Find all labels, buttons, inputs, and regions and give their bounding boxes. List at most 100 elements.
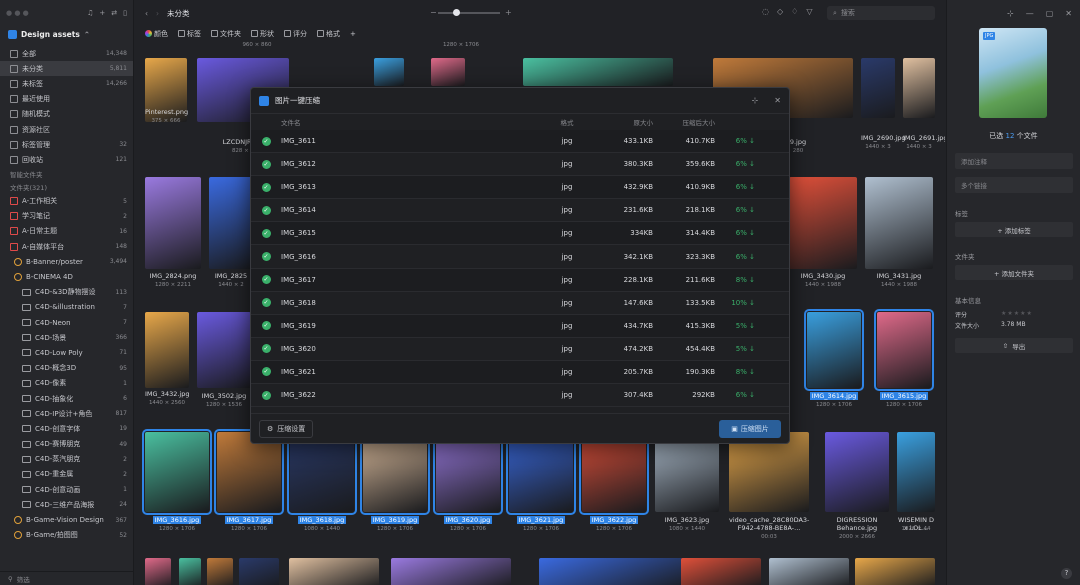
filter-5[interactable]: 格式 [317,29,340,39]
add-icon[interactable]: + [99,9,105,17]
bulb-icon[interactable]: ♢ [791,7,798,16]
table-row[interactable]: ✓ IMG_3619 jpg 434.7KB 415.3KB 5% ↓ [251,314,789,338]
folder-item[interactable]: C4D-创意动画 1 [0,482,133,497]
tag-icon[interactable]: ◇ [777,7,783,16]
asset-thumbnail[interactable] [729,432,809,512]
asset-caption[interactable]: IMG_3616.jpg [145,516,209,524]
table-row[interactable]: ✓ IMG_3618 jpg 147.6KB 133.5KB 10% ↓ [251,292,789,315]
folder-item[interactable]: C4D-Low Poly 71 [0,345,133,360]
asset-thumbnail[interactable] [142,429,212,515]
bell-icon[interactable]: ♫ [87,9,93,17]
sidebar-filter[interactable]: ⚲ 筛选 [0,571,133,585]
back-icon[interactable]: ‹ [145,9,148,18]
folders-title[interactable]: 文件夹(321) [0,181,133,194]
asset-caption[interactable]: IMG_3617.jpg [217,516,281,524]
filter-1[interactable]: 标签 [178,29,201,39]
asset-caption[interactable]: Pinterest.png [145,108,188,116]
folder-item[interactable]: C4D-蒸汽朋克 2 [0,452,133,467]
folder-item[interactable]: C4D-场景 366 [0,330,133,345]
asset-thumbnail[interactable] [207,558,233,585]
add-tag-button[interactable]: + 添加标签 [955,222,1073,237]
folder-item[interactable]: C4D-抽象化 6 [0,391,133,406]
asset-thumbnail[interactable] [374,58,404,86]
close-icon[interactable]: ✕ [1065,9,1072,18]
asset-thumbnail[interactable] [825,432,889,512]
asset-caption[interactable]: IMG_3620.jpg [436,516,500,524]
asset-caption[interactable]: IMG_3432.jpg [145,390,189,398]
asset-caption[interactable]: IMG_2825 [209,272,253,280]
folder-item[interactable]: B-Game/拍图图 52 [0,528,133,543]
folder-item[interactable]: B-Banner/poster 3,494 [0,254,133,269]
table-row[interactable]: ✓ IMG_3612 jpg 380.3KB 359.6KB 6% ↓ [251,153,789,177]
filter-0[interactable]: 颜色 [145,29,168,39]
zoom-in-button[interactable]: + [505,8,512,17]
folder-item[interactable]: A-工作相关 5 [0,194,133,209]
table-row[interactable]: ✓ IMG_3616 jpg 342.1KB 323.3KB 6% ↓ [251,245,789,269]
asset-thumbnail[interactable] [179,558,201,585]
asset-thumbnail[interactable] [197,312,251,388]
asset-caption[interactable]: IMG_3623.jpg [655,516,719,524]
folder-item[interactable]: B-Game-Vision Design 367 [0,512,133,527]
asset-thumbnail[interactable] [539,558,689,585]
sidebar-item[interactable]: 最近使用 [0,92,133,107]
help-button[interactable]: ? [1061,568,1072,579]
folder-item[interactable]: C4D-创意字体 19 [0,421,133,436]
asset-thumbnail[interactable] [655,432,719,512]
asset-caption[interactable]: DIGRESSION Behance.jpg [825,516,889,532]
table-row[interactable]: ✓ IMG_3613 jpg 432.9KB 410.9KB 6% ↓ [251,176,789,200]
table-row[interactable]: ✓ IMG_3622 jpg 307.4KB 292KB 6% ↓ [251,384,789,408]
folder-item[interactable]: C4D-&illustration 7 [0,300,133,315]
folder-item[interactable]: A-日常主题 16 [0,224,133,239]
asset-caption[interactable]: IMG_3615.jpg [877,392,931,400]
asset-caption[interactable]: IMG_3431.jpg [865,272,933,280]
asset-caption[interactable]: IMG_3618.jpg [290,516,354,524]
folder-item[interactable]: C4D-三维产品海报 24 [0,497,133,512]
add-filter-button[interactable]: + [350,30,356,38]
asset-thumbnail[interactable] [433,429,503,515]
forward-icon[interactable]: › [156,9,159,18]
asset-thumbnail[interactable] [579,429,649,515]
asset-caption[interactable]: IMG_3619.jpg [363,516,427,524]
asset-thumbnail[interactable] [874,309,934,391]
filter-2[interactable]: 文件夹 [211,29,241,39]
compress-settings-button[interactable]: ⚙ 压缩设置 [259,419,314,438]
asset-thumbnail[interactable] [431,58,465,86]
folder-item[interactable]: C4D-&3D静物摆设 113 [0,285,133,300]
filter-icon[interactable]: ▽ [806,7,812,16]
rating-stars[interactable]: ★★★★★ [1001,310,1033,317]
asset-thumbnail[interactable] [145,312,189,388]
sidebar-item[interactable]: 标签管理 32 [0,137,133,152]
filter-4[interactable]: 评分 [284,29,307,39]
asset-thumbnail[interactable] [681,558,761,585]
link-input[interactable]: 多个链接 [955,177,1073,193]
smart-folders-title[interactable]: 智能文件夹 [0,168,133,181]
close-icon[interactable]: ✕ [774,96,781,105]
sidebar-item[interactable]: 资源社区 [0,122,133,137]
asset-thumbnail[interactable] [214,429,284,515]
asset-thumbnail[interactable] [769,558,849,585]
add-folder-button[interactable]: + 添加文件夹 [955,265,1073,280]
asset-thumbnail[interactable] [239,558,279,585]
asset-thumbnail[interactable] [789,177,857,269]
sidebar-item[interactable]: 回收站 121 [0,152,133,167]
export-button[interactable]: ⇧ 导出 [955,338,1073,353]
folder-item[interactable]: C4D-概念3D 95 [0,361,133,376]
table-row[interactable]: ✓ IMG_3611 jpg 433.1KB 410.7KB 6% ↓ [251,130,789,154]
asset-caption[interactable]: IMG_3622.jpg [582,516,646,524]
folder-item[interactable]: C4D-重金属 2 [0,467,133,482]
sidebar-item[interactable]: 全部 14,348 [0,46,133,61]
pin-icon[interactable]: ⊹ [752,96,759,105]
asset-caption[interactable]: IMG_3621.jpg [509,516,573,524]
asset-thumbnail[interactable] [506,429,576,515]
folder-item[interactable]: C4D-赛博朋克 49 [0,437,133,452]
maximize-icon[interactable]: ▢ [1046,9,1054,18]
asset-thumbnail[interactable] [523,58,673,86]
asset-thumbnail[interactable] [145,558,171,585]
filter-3[interactable]: 形状 [251,29,274,39]
preview-thumbnail[interactable]: JPG [979,28,1047,118]
sidebar-toggle-icon[interactable]: ▯ [123,9,127,17]
asset-caption[interactable]: IMG_3430.jpg [789,272,857,280]
chat-icon[interactable]: ◌ [762,7,769,16]
asset-thumbnail[interactable] [391,558,511,585]
asset-thumbnail[interactable] [855,558,935,585]
